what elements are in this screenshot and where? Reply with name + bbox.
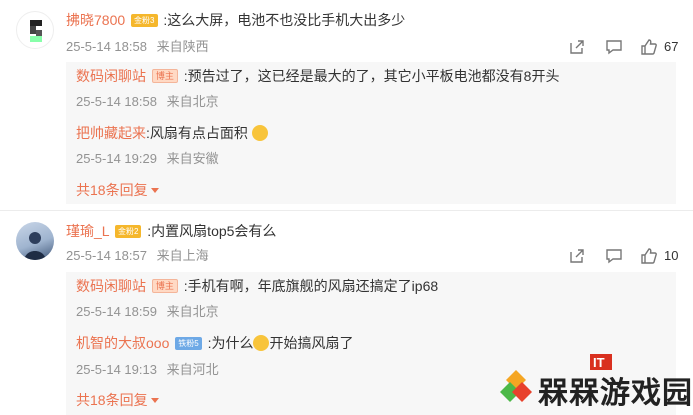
location: 来自陕西 — [156, 39, 209, 54]
location: 来自上海 — [156, 248, 209, 263]
username[interactable]: 把帅藏起来 — [76, 125, 146, 141]
comment-icon[interactable] — [605, 247, 623, 265]
divider — [0, 210, 693, 211]
user-avatar-icon — [24, 232, 46, 260]
username[interactable]: 数码闲聊站 — [76, 278, 146, 294]
timestamp: 25-5-14 19:29 — [76, 151, 157, 166]
reply-meta: 25-5-14 19:29 来自安徽 — [76, 150, 219, 168]
avatar[interactable] — [16, 222, 54, 260]
avatar[interactable] — [16, 11, 54, 49]
reply-meta: 25-5-14 18:59 来自北京 — [76, 303, 219, 321]
caret-down-icon — [150, 398, 159, 403]
fan-badge[interactable]: 铁粉5 — [175, 337, 202, 350]
username[interactable]: 拂晓7800 — [66, 12, 125, 28]
like-icon[interactable] — [640, 247, 658, 265]
comment-meta: 25-5-14 18:57 来自上海 — [66, 247, 209, 265]
location: 来自北京 — [166, 94, 219, 109]
share-icon[interactable] — [568, 38, 586, 56]
location: 来自北京 — [166, 304, 219, 319]
reply-line: 机智的大叔ooo 铁粉5 :为什么 开始搞风扇了 — [76, 333, 353, 353]
comment-text: :这么大屏，电池不也没比手机大出多少 — [163, 12, 406, 28]
like-count: 10 — [664, 248, 679, 263]
like-count: 67 — [664, 39, 679, 54]
caret-down-icon — [150, 188, 159, 193]
comment-line: 瑾瑜_L 金粉2 :内置风扇top5会有么 — [66, 221, 276, 241]
reply-text: :为什么 — [207, 335, 254, 351]
username[interactable]: 瑾瑜_L — [66, 223, 109, 239]
reply-meta: 25-5-14 19:13 来自河北 — [76, 361, 219, 379]
reply-text: :预告过了，这已经是最大的了，其它小平板电池都没有8开头 — [183, 68, 560, 84]
host-badge: 博主 — [151, 69, 178, 83]
fan-badge[interactable]: 金粉2 — [114, 225, 142, 238]
timestamp: 25-5-14 18:59 — [76, 304, 157, 319]
timestamp: 25-5-14 18:58 — [76, 94, 157, 109]
fan-badge[interactable]: 金粉3 — [131, 14, 158, 27]
reply-text: 开始搞风扇了 — [269, 335, 354, 351]
comment-line: 拂晓7800 金粉3 :这么大屏，电池不也没比手机大出多少 — [66, 10, 405, 30]
reply-line: 把帅藏起来:风扇有点占面积 — [76, 123, 268, 143]
comment-text: :内置风扇top5会有么 — [147, 223, 277, 239]
comment-actions: 67 — [568, 38, 688, 56]
username[interactable]: 数码闲聊站 — [76, 68, 146, 84]
timestamp: 25-5-14 19:13 — [76, 362, 157, 377]
username[interactable]: 机智的大叔ooo — [76, 335, 169, 351]
more-replies-link[interactable]: 共18条回复 — [76, 180, 159, 200]
reply-line: 数码闲聊站 博主 :预告过了，这已经是最大的了，其它小平板电池都没有8开头 — [76, 66, 559, 86]
timestamp: 25-5-14 18:57 — [66, 248, 147, 263]
share-icon[interactable] — [568, 247, 586, 265]
host-badge: 博主 — [151, 279, 178, 293]
reply-text: :风扇有点占面积 — [146, 125, 248, 141]
more-replies-label: 共18条回复 — [76, 392, 148, 408]
timestamp: 25-5-14 18:58 — [66, 39, 147, 54]
more-replies-link[interactable]: 共18条回复 — [76, 390, 159, 410]
grimace-emoji-icon — [253, 335, 270, 351]
user-avatar-icon — [30, 20, 42, 42]
site-logo-icon — [500, 370, 532, 402]
comment-meta: 25-5-14 18:58 来自陕西 — [66, 38, 209, 56]
laugh-cry-emoji-icon — [251, 125, 268, 141]
reply-meta: 25-5-14 18:58 来自北京 — [76, 93, 219, 111]
location: 来自河北 — [166, 362, 219, 377]
watermark-text: 槑槑游戏园 — [538, 377, 693, 410]
reply-text: :手机有啊，年底旗舰的风扇还搞定了ip68 — [183, 278, 439, 294]
more-replies-label: 共18条回复 — [76, 182, 148, 198]
comment-actions: 10 — [568, 247, 688, 265]
like-icon[interactable] — [640, 38, 658, 56]
location: 来自安徽 — [166, 151, 219, 166]
reply-line: 数码闲聊站 博主 :手机有啊，年底旗舰的风扇还搞定了ip68 — [76, 276, 438, 296]
watermark: 槑槑游戏园 — [498, 360, 693, 415]
comment-icon[interactable] — [605, 38, 623, 56]
